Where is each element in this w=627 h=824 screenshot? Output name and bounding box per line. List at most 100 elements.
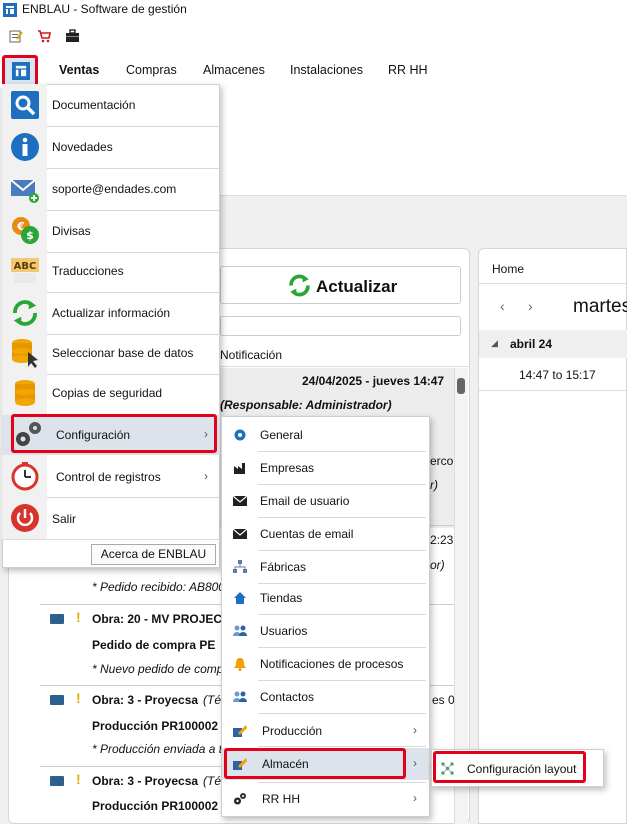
calendar-time-slot[interactable]: 14:47 to 15:17 (519, 368, 596, 382)
notification-subtitle: Pedido de compra PE (92, 638, 216, 652)
menu-item-label: Configuración (56, 428, 131, 442)
submenu-item-fabricas[interactable] (222, 551, 429, 583)
calendar-group-header[interactable] (479, 330, 627, 358)
notification-text: (Té (203, 693, 221, 707)
ribbon-tabs: Ventas Compras Almacenes Instalaciones R… (0, 52, 627, 88)
bell-icon (234, 658, 246, 671)
submenu-item-empresas[interactable] (222, 452, 429, 484)
users-icon (233, 691, 247, 702)
notification-subtitle: Producción PR100002 (92, 799, 219, 813)
submenu-item-label: Almacén (262, 757, 309, 771)
notification-note: * Nuevo pedido de comp (92, 662, 224, 676)
svg-text:ABC: ABC (14, 261, 37, 272)
refresh-button-label: Actualizar (316, 277, 398, 296)
window-title: ENBLAU - Software de gestión (22, 2, 187, 16)
mail-icon (50, 614, 64, 624)
notification-title: Obra: 3 - Proyecsa (92, 774, 199, 788)
submenu-item-tiendas[interactable] (222, 583, 429, 615)
submenu-item-rrhh[interactable] (222, 783, 429, 815)
notification-text: or) (430, 558, 445, 572)
calendar-day-label: martes (573, 296, 627, 317)
calendar-prev-button[interactable]: ‹ (500, 298, 505, 314)
submenu-item-usuarios[interactable] (222, 615, 429, 647)
notification-text: r) (430, 478, 438, 492)
notification-text: 2:23 (430, 533, 454, 547)
notification-date: 24/04/2025 - jueves 14:47 (302, 374, 445, 388)
search-icon (11, 91, 39, 119)
notification-title: Obra: 3 - Proyecsa (92, 693, 199, 707)
submenu-item-configuracion-layout[interactable]: Configuración layout (467, 762, 576, 776)
svg-text:$: $ (26, 229, 34, 242)
submenu-item-label: Contactos (260, 690, 315, 704)
tab-instalaciones[interactable]: Instalaciones (290, 63, 363, 77)
timer-icon (11, 462, 39, 491)
gears-icon (234, 793, 246, 805)
submenu-item-almacen[interactable] (222, 748, 429, 780)
collapse-triangle-icon[interactable]: ◢ (491, 338, 498, 349)
filter-input[interactable] (220, 316, 461, 336)
hierarchy-icon (233, 560, 247, 573)
gears-icon (16, 422, 41, 446)
submenu-item-label: Tiendas (260, 591, 303, 605)
scrollbar-thumb[interactable] (457, 378, 465, 394)
app-menu-icon (12, 62, 30, 80)
quick-access-toolbar (0, 20, 627, 52)
priority-icon: ! (76, 771, 81, 787)
notification-subtitle: Producción PR100002 (92, 719, 219, 733)
briefcase-icon[interactable] (65, 29, 80, 43)
submenu-item-contactos[interactable] (222, 681, 429, 713)
gear-icon (234, 429, 246, 441)
submenu-item-label: Usuarios (260, 624, 308, 638)
abc-icon: ABC (11, 258, 39, 283)
divider (479, 390, 627, 391)
calendar-next-button[interactable]: › (528, 298, 533, 314)
menu-separator (258, 713, 426, 714)
envelope-icon (233, 495, 247, 506)
menu-item-label: Salir (52, 512, 77, 526)
factory-icon (234, 463, 245, 474)
priority-icon: ! (76, 690, 81, 706)
submenu-item-label: Email de usuario (260, 494, 350, 508)
notes-icon[interactable] (9, 29, 23, 43)
notification-responsible: (Responsable: Administrador) (220, 398, 392, 412)
envelope-icon (233, 528, 247, 539)
refresh-icon (13, 300, 37, 326)
menu-item-label: Control de registros (56, 470, 161, 484)
divider (479, 283, 627, 284)
menu-item-label: Seleccionar base de datos (52, 346, 194, 360)
chevron-right-icon: › (413, 791, 417, 805)
tab-ventas[interactable]: Ventas (59, 63, 99, 77)
submenu-item-label: Fábricas (260, 560, 307, 574)
calendar-home-tab[interactable]: Home (492, 262, 524, 276)
menu-item-label: Novedades (52, 140, 113, 154)
ribbon-content (220, 88, 627, 196)
submenu-item-label: RR HH (262, 792, 300, 806)
cart-icon[interactable] (37, 29, 51, 43)
info-icon (11, 133, 39, 161)
chevron-right-icon: › (204, 427, 208, 441)
submenu-item-general[interactable] (222, 419, 429, 451)
warehouse-icon (233, 758, 247, 770)
menu-item-label: Documentación (52, 98, 136, 112)
notification-note: * Producción enviada a t (92, 742, 223, 756)
menu-item-label: Divisas (52, 224, 91, 238)
notification-title: Obra: 20 - MV PROJEC (92, 612, 223, 626)
tab-rrhh[interactable]: RR HH (388, 63, 428, 77)
about-button[interactable]: Acerca de ENBLAU (91, 544, 216, 565)
chevron-right-icon: › (204, 469, 208, 483)
database-select-icon (12, 339, 38, 368)
notification-text: es 0 (432, 693, 455, 707)
mail-icon (50, 776, 64, 786)
notification-text: ercol (430, 454, 457, 468)
database-icon (15, 380, 35, 406)
users-icon (233, 625, 247, 636)
tab-compras[interactable]: Compras (126, 63, 177, 77)
mail-add-icon (10, 179, 39, 203)
submenu-item-label: Notificaciones de procesos (260, 657, 404, 671)
mail-icon (50, 695, 64, 705)
chevron-right-icon: › (413, 723, 417, 737)
tab-almacenes[interactable]: Almacenes (203, 63, 265, 77)
app-logo-icon (3, 3, 17, 17)
submenu-item-produccion[interactable] (222, 715, 429, 747)
priority-icon: ! (76, 609, 81, 625)
